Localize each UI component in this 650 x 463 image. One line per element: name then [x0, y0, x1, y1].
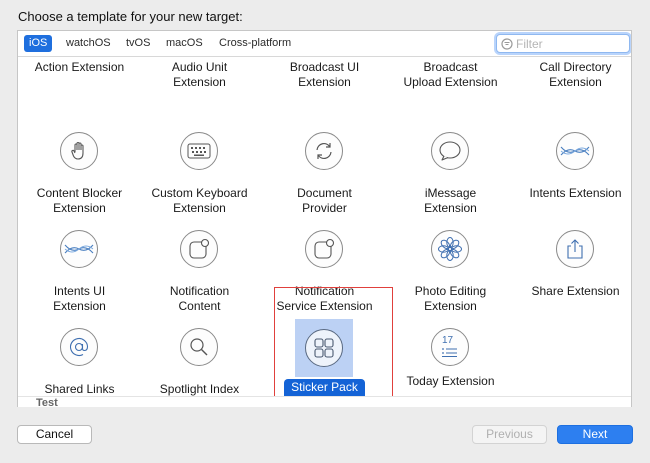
refresh-icon: [305, 132, 343, 170]
magnifier-icon: [180, 328, 218, 366]
next-button[interactable]: Next: [557, 425, 633, 444]
section-header: Test: [18, 396, 631, 407]
flower-icon: [431, 230, 469, 268]
tab-cross-platform[interactable]: Cross-platform: [214, 35, 296, 52]
share-icon: [556, 230, 594, 268]
notification-icon: [305, 230, 343, 268]
hand-icon: [60, 132, 98, 170]
at-sign-icon: [60, 328, 98, 366]
template-call-directory-extension[interactable]: Call Directory Extension: [514, 60, 631, 90]
intents-wave-icon: [556, 132, 594, 170]
tab-macos[interactable]: macOS: [161, 35, 208, 52]
template-broadcast-upload-extension[interactable]: Broadcast Upload Extension: [389, 60, 512, 90]
annotation-highlight-box: [274, 287, 393, 401]
template-today-extension[interactable]: 17 Today Extension: [389, 293, 512, 393]
template-broadcast-ui-extension[interactable]: Broadcast UI Extension: [263, 60, 386, 90]
template-shared-links-extension[interactable]: Shared Links Extension: [18, 293, 141, 406]
platform-tabbar: iOS watchOS tvOS macOS Cross-platform: [18, 31, 631, 57]
section-label-test: Test: [36, 397, 58, 407]
previous-button[interactable]: Previous: [472, 425, 547, 444]
template-spotlight-index-extension[interactable]: Spotlight Index Extension: [138, 293, 261, 406]
cancel-button[interactable]: Cancel: [17, 425, 92, 444]
dialog-title: Choose a template for your new target:: [18, 9, 243, 24]
tab-watchos[interactable]: watchOS: [61, 35, 116, 52]
template-audio-unit-extension[interactable]: Audio Unit Extension: [138, 60, 261, 90]
filter-search-field[interactable]: [496, 34, 630, 53]
today-calendar-icon: 17: [431, 328, 469, 366]
tab-ios[interactable]: iOS: [24, 35, 53, 52]
notification-icon: [180, 230, 218, 268]
filter-icon: [501, 38, 513, 50]
speech-bubble-icon: [431, 132, 469, 170]
keyboard-icon: [180, 132, 218, 170]
template-share-extension[interactable]: Share Extension: [514, 195, 631, 310]
intents-wave-icon: [60, 230, 98, 268]
tab-tvos[interactable]: tvOS: [121, 35, 155, 52]
filter-input[interactable]: [516, 36, 624, 51]
template-action-extension[interactable]: Action Extension: [18, 60, 141, 75]
